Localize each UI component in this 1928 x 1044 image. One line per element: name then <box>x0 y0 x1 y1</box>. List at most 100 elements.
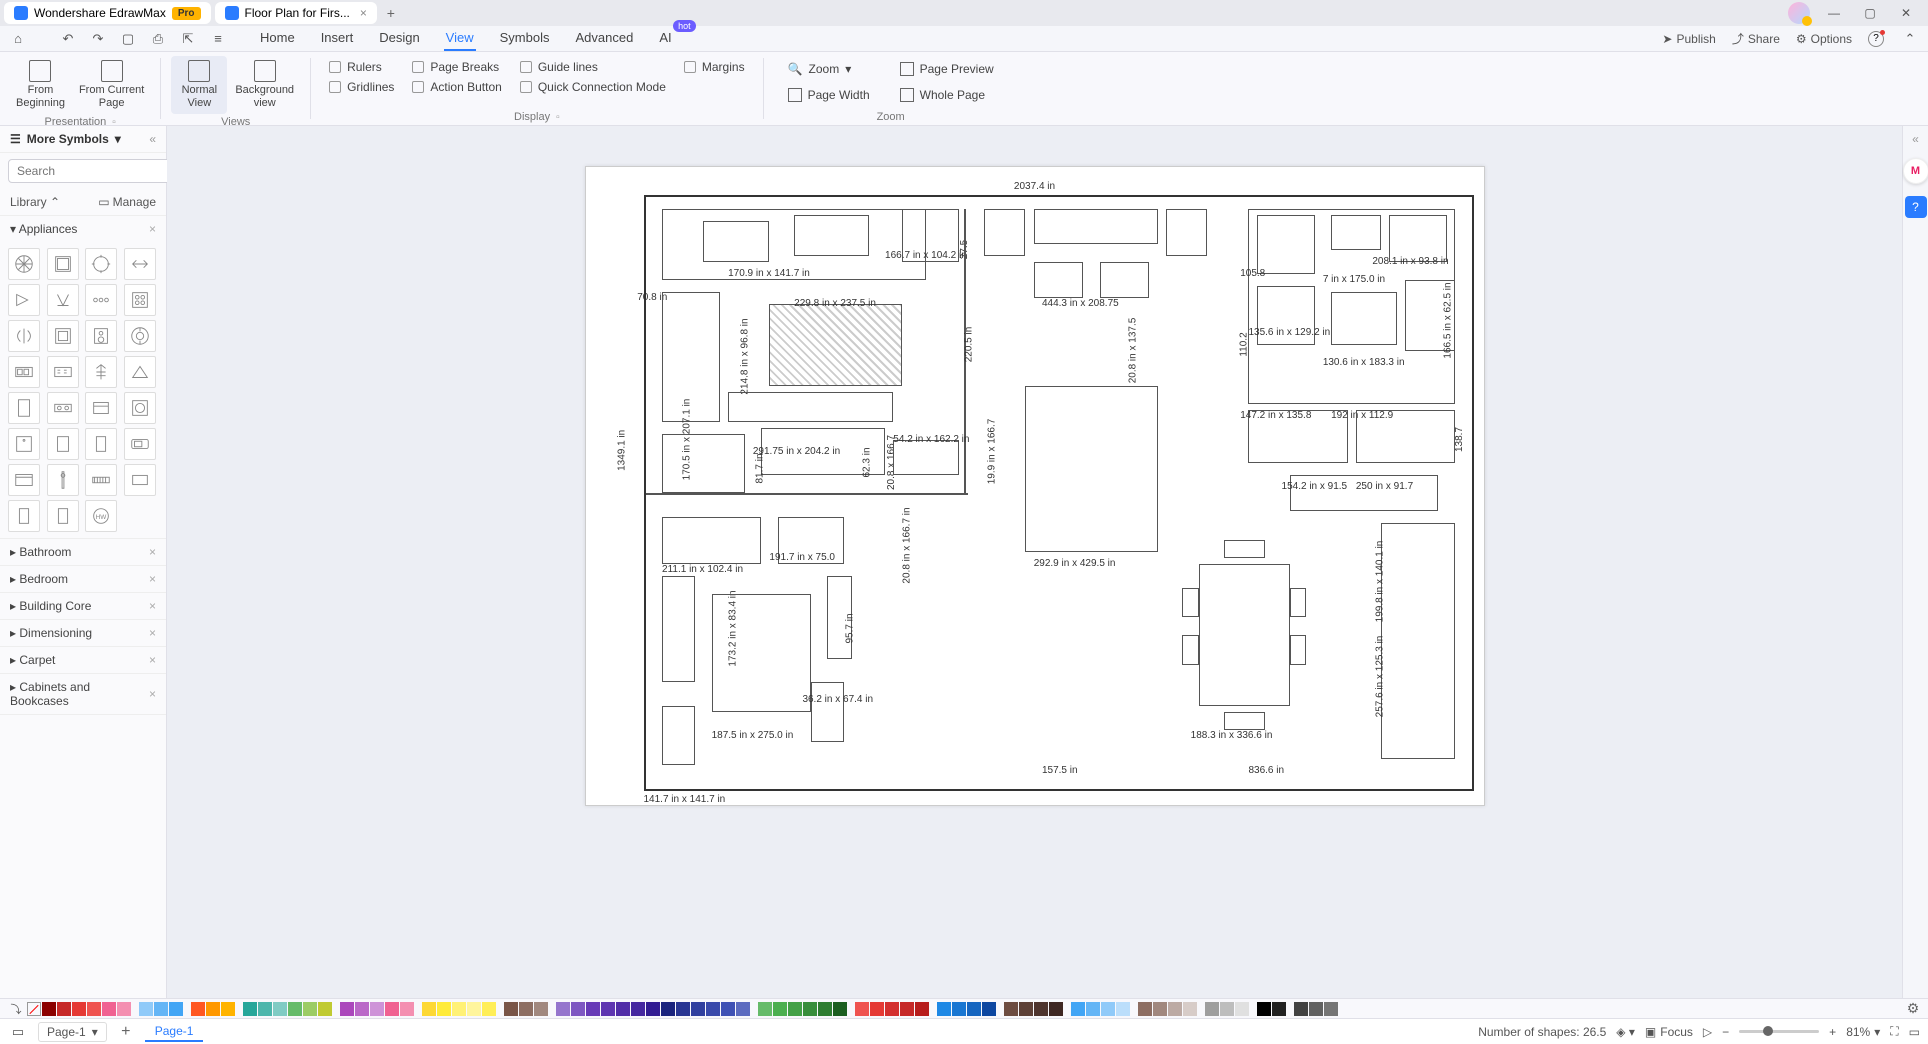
eyedropper-button[interactable]: ⤵ <box>6 999 26 1019</box>
fit-page-button[interactable]: ⛶ <box>1890 1024 1898 1039</box>
maximize-button[interactable]: ▢ <box>1858 3 1882 23</box>
floorplan-drawing[interactable]: 170.9 in x 141.7 in 70.8 in 214.8 in x 9… <box>644 195 1474 791</box>
export-button[interactable]: ⇱ <box>178 29 198 49</box>
symbol-item[interactable] <box>8 464 40 496</box>
color-swatch[interactable] <box>340 1002 354 1016</box>
symbol-item[interactable] <box>47 320 79 352</box>
symbol-item[interactable] <box>8 284 40 316</box>
color-swatch[interactable] <box>855 1002 869 1016</box>
no-fill-swatch[interactable] <box>27 1002 41 1016</box>
symbol-item[interactable] <box>124 320 156 352</box>
symbol-item[interactable] <box>85 392 117 424</box>
menu-design[interactable]: Design <box>377 26 421 51</box>
publish-button[interactable]: ➤Publish <box>1662 32 1715 46</box>
symbol-item[interactable] <box>8 248 40 280</box>
normal-view-button[interactable]: Normal View <box>171 56 227 114</box>
color-swatch[interactable] <box>191 1002 205 1016</box>
symbol-item[interactable] <box>47 356 79 388</box>
save-button[interactable]: ▢ <box>118 29 138 49</box>
color-swatch[interactable] <box>631 1002 645 1016</box>
color-swatch[interactable] <box>691 1002 705 1016</box>
color-swatch[interactable] <box>952 1002 966 1016</box>
rulers-checkbox[interactable]: Rulers <box>329 60 394 74</box>
close-section-icon[interactable]: × <box>149 687 156 701</box>
page-tab[interactable]: Page-1 <box>145 1022 204 1042</box>
symbol-item[interactable] <box>8 320 40 352</box>
presentation-play-button[interactable]: ▷ <box>1703 1025 1712 1039</box>
section-dimensioning[interactable]: ▸ Dimensioning× <box>0 620 166 646</box>
color-swatch[interactable] <box>1168 1002 1182 1016</box>
color-swatch[interactable] <box>221 1002 235 1016</box>
color-swatch[interactable] <box>870 1002 884 1016</box>
color-swatch[interactable] <box>534 1002 548 1016</box>
color-swatch[interactable] <box>1220 1002 1234 1016</box>
color-swatch[interactable] <box>288 1002 302 1016</box>
section-buildingcore[interactable]: ▸ Building Core× <box>0 593 166 619</box>
color-swatch[interactable] <box>169 1002 183 1016</box>
symbol-item[interactable] <box>85 464 117 496</box>
color-swatch[interactable] <box>773 1002 787 1016</box>
gridlines-checkbox[interactable]: Gridlines <box>329 80 394 94</box>
print-button[interactable]: ⎙ <box>148 29 168 49</box>
color-swatch[interactable] <box>721 1002 735 1016</box>
color-swatch[interactable] <box>556 1002 570 1016</box>
from-beginning-button[interactable]: From Beginning <box>10 56 71 114</box>
color-swatch[interactable] <box>355 1002 369 1016</box>
color-swatch[interactable] <box>117 1002 131 1016</box>
color-swatch[interactable] <box>1004 1002 1018 1016</box>
color-swatch[interactable] <box>1205 1002 1219 1016</box>
color-swatch[interactable] <box>982 1002 996 1016</box>
color-swatch[interactable] <box>1086 1002 1100 1016</box>
color-swatch[interactable] <box>57 1002 71 1016</box>
pagebreaks-checkbox[interactable]: Page Breaks <box>412 60 501 74</box>
symbol-item[interactable] <box>85 320 117 352</box>
symbol-search-input[interactable] <box>8 159 181 183</box>
color-swatch[interactable] <box>803 1002 817 1016</box>
color-swatch[interactable] <box>1049 1002 1063 1016</box>
zoom-level[interactable]: 81% ▾ <box>1846 1025 1880 1039</box>
color-swatch[interactable] <box>646 1002 660 1016</box>
home-icon[interactable]: ⌂ <box>8 29 28 49</box>
color-swatch[interactable] <box>1138 1002 1152 1016</box>
color-swatch[interactable] <box>571 1002 585 1016</box>
help-button[interactable]: ? <box>1868 31 1884 47</box>
manage-library-button[interactable]: ▭Manage <box>98 195 156 209</box>
display-launcher[interactable]: ▫ <box>556 112 560 123</box>
color-swatch[interactable] <box>519 1002 533 1016</box>
color-swatch[interactable] <box>833 1002 847 1016</box>
zoom-out-button[interactable]: − <box>1722 1025 1729 1039</box>
section-appliances[interactable]: ▾ Appliances× <box>0 216 166 242</box>
guidelines-checkbox[interactable]: Guide lines <box>520 60 666 74</box>
color-swatch[interactable] <box>452 1002 466 1016</box>
library-label[interactable]: Library <box>10 195 47 209</box>
color-swatch[interactable] <box>1183 1002 1197 1016</box>
color-swatch[interactable] <box>1324 1002 1338 1016</box>
color-swatch[interactable] <box>616 1002 630 1016</box>
color-swatch[interactable] <box>1309 1002 1323 1016</box>
color-swatch[interactable] <box>736 1002 750 1016</box>
page-list-button[interactable]: ▭ <box>8 1022 28 1042</box>
canvas[interactable]: 2037.4 in 1349.1 in 141.7 in x 141.7 in … <box>167 126 1902 998</box>
undo-button[interactable]: ↶ <box>58 29 78 49</box>
symbol-item[interactable] <box>8 500 40 532</box>
color-swatch[interactable] <box>303 1002 317 1016</box>
chevron-down-icon[interactable]: ▾ <box>115 132 121 146</box>
symbol-item[interactable] <box>85 248 117 280</box>
symbol-item[interactable] <box>8 356 40 388</box>
from-current-button[interactable]: From Current Page <box>73 56 150 114</box>
more-quick-button[interactable]: ≡ <box>208 29 228 49</box>
color-swatch[interactable] <box>437 1002 451 1016</box>
color-swatch[interactable] <box>1257 1002 1271 1016</box>
close-section-icon[interactable]: × <box>149 545 156 559</box>
symbol-item[interactable] <box>8 428 40 460</box>
color-swatch[interactable] <box>318 1002 332 1016</box>
zoom-slider[interactable] <box>1739 1030 1819 1033</box>
color-swatch[interactable] <box>967 1002 981 1016</box>
color-swatch[interactable] <box>900 1002 914 1016</box>
redo-button[interactable]: ↷ <box>88 29 108 49</box>
zoom-button[interactable]: 🔍Zoom▾ <box>782 60 876 78</box>
close-section-icon[interactable]: × <box>149 599 156 613</box>
symbol-item[interactable] <box>47 464 79 496</box>
menu-symbols[interactable]: Symbols <box>498 26 552 51</box>
color-swatch[interactable] <box>915 1002 929 1016</box>
